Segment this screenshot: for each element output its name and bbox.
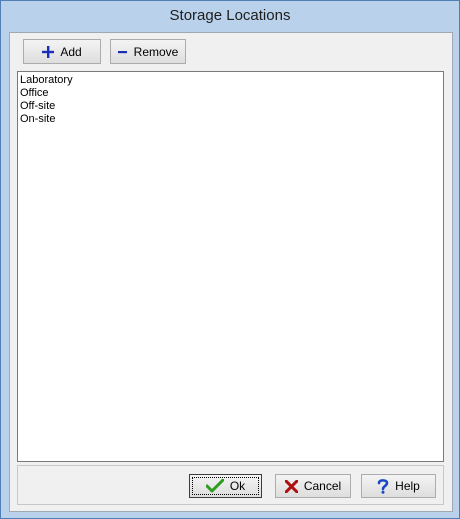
checkmark-icon xyxy=(205,479,224,493)
cancel-button-label: Cancel xyxy=(303,479,342,493)
storage-locations-list[interactable]: Laboratory Office Off-site On-site xyxy=(17,71,444,462)
window-title: Storage Locations xyxy=(169,7,291,24)
remove-button[interactable]: Remove xyxy=(110,39,186,64)
list-item[interactable]: On-site xyxy=(19,113,442,126)
storage-locations-dialog: Storage Locations Add Remove Laboratory … xyxy=(0,0,460,519)
add-button[interactable]: Add xyxy=(23,39,101,64)
question-mark-icon xyxy=(377,478,389,494)
button-panel: Ok Cancel Help xyxy=(17,465,444,505)
title-bar[interactable]: Storage Locations xyxy=(1,1,459,32)
cancel-button[interactable]: Cancel xyxy=(275,474,351,498)
list-item[interactable]: Laboratory xyxy=(19,74,442,87)
plus-icon xyxy=(42,45,55,58)
dialog-client-area: Add Remove Laboratory Office Off-site On… xyxy=(9,32,453,512)
minus-icon xyxy=(117,47,128,57)
add-button-label: Add xyxy=(60,44,82,59)
help-button[interactable]: Help xyxy=(361,474,436,498)
list-item[interactable]: Office xyxy=(19,87,442,100)
list-item[interactable]: Off-site xyxy=(19,100,442,113)
ok-button[interactable]: Ok xyxy=(189,474,262,498)
x-icon xyxy=(284,479,298,493)
help-button-label: Help xyxy=(395,479,420,493)
remove-button-label: Remove xyxy=(133,44,179,59)
ok-button-label: Ok xyxy=(229,479,246,493)
